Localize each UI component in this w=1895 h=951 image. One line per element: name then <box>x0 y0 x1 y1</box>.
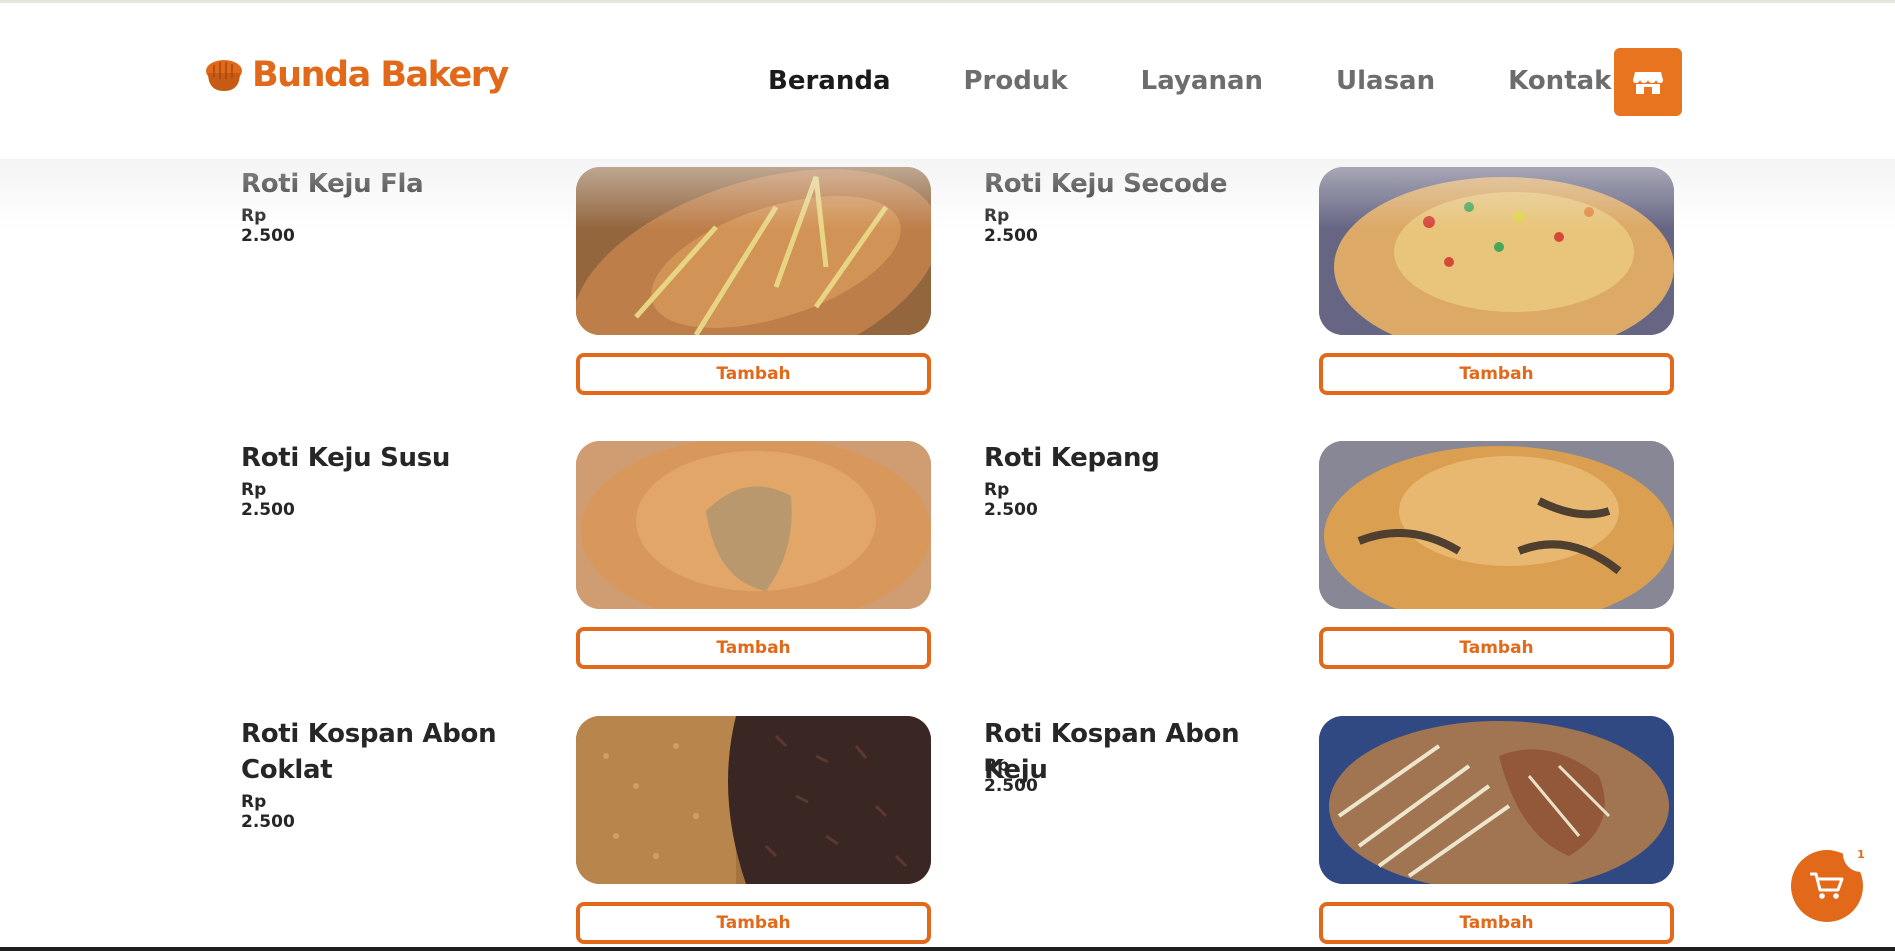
add-button[interactable]: Tambah <box>576 902 931 944</box>
bread-icon <box>206 60 242 91</box>
product-price: Rp 2.500 <box>984 480 1038 520</box>
product-name: Roti Keju Susu <box>241 443 451 473</box>
product-image[interactable] <box>1319 441 1674 609</box>
nav-item-kontak[interactable]: Kontak <box>1508 63 1611 99</box>
product-price: Rp 2.500 <box>241 206 295 246</box>
product-image[interactable] <box>576 716 931 884</box>
bottom-border <box>0 947 1895 951</box>
nav-item-produk[interactable]: Produk <box>963 63 1067 99</box>
nav-item-beranda[interactable]: Beranda <box>768 63 890 99</box>
nav-item-layanan[interactable]: Layanan <box>1141 63 1263 99</box>
cart-count-badge: 1 <box>1843 836 1879 872</box>
store-button[interactable] <box>1614 48 1682 116</box>
product-price: Rp 2.500 <box>241 792 295 832</box>
add-button[interactable]: Tambah <box>576 353 931 395</box>
cart-icon <box>1810 872 1844 899</box>
add-button[interactable]: Tambah <box>1319 627 1674 669</box>
product-price: Rp 2.500 <box>984 756 1038 796</box>
product-name: Roti Kospan Abon Coklat <box>241 719 497 785</box>
product-name: Roti Keju Fla <box>241 169 424 199</box>
store-icon <box>1633 72 1663 94</box>
product-name: Roti Keju Secode <box>984 169 1228 199</box>
add-button[interactable]: Tambah <box>576 627 931 669</box>
nav-item-ulasan[interactable]: Ulasan <box>1336 63 1435 99</box>
site-header: Bunda Bakery Beranda Produk Layanan Ulas… <box>0 3 1895 159</box>
product-image[interactable] <box>576 441 931 609</box>
product-image[interactable] <box>576 167 931 335</box>
brand-logo[interactable]: Bunda Bakery <box>204 55 509 95</box>
product-price: Rp 2.500 <box>984 206 1038 246</box>
product-image[interactable] <box>1319 716 1674 884</box>
add-button[interactable]: Tambah <box>1319 902 1674 944</box>
add-button[interactable]: Tambah <box>1319 353 1674 395</box>
product-image[interactable] <box>1319 167 1674 335</box>
product-price: Rp 2.500 <box>241 480 295 520</box>
main-nav: Beranda Produk Layanan Ulasan Kontak <box>768 63 1611 99</box>
brand-name: Bunda Bakery <box>252 55 509 95</box>
product-name: Roti Kepang <box>984 443 1160 473</box>
